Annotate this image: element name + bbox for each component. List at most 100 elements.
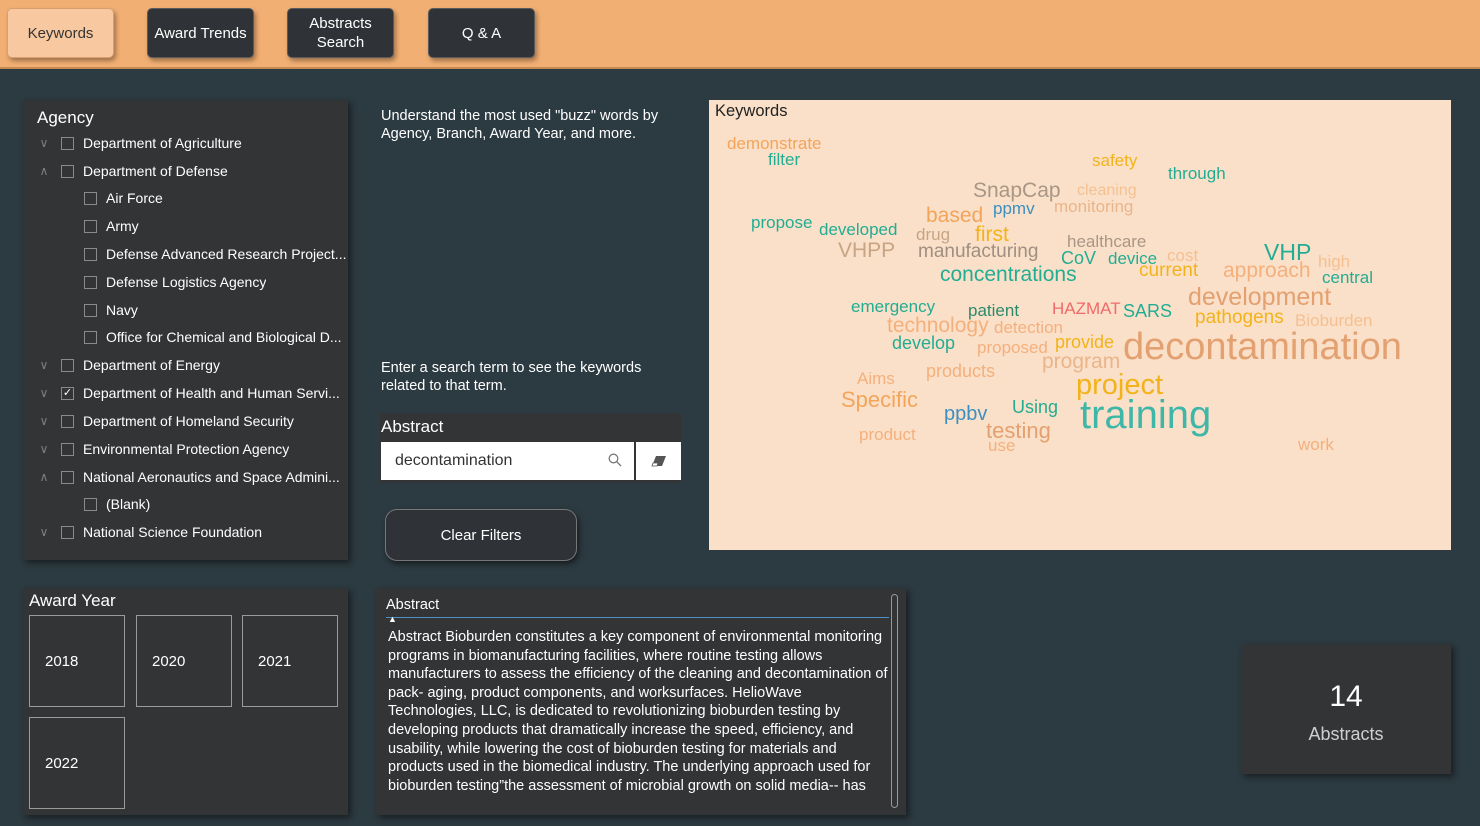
- checkbox[interactable]: [61, 414, 74, 428]
- cloud-word[interactable]: pathogens: [1195, 308, 1284, 327]
- checkbox-checked[interactable]: ✓: [61, 386, 74, 400]
- clear-filters-button[interactable]: Clear Filters: [385, 509, 577, 561]
- top-nav-bar: Keywords Award Trends Abstracts Search Q…: [0, 0, 1480, 69]
- checkbox[interactable]: [61, 470, 74, 484]
- cloud-word[interactable]: emergency: [851, 298, 935, 315]
- cloud-word[interactable]: ppbv: [944, 404, 987, 424]
- cloud-word[interactable]: monitoring: [1054, 198, 1133, 215]
- slicer-item-label: (Blank): [106, 496, 151, 512]
- year-tile-2020[interactable]: 2020: [136, 615, 232, 707]
- checkbox[interactable]: [84, 219, 97, 233]
- checkbox[interactable]: [84, 247, 97, 261]
- checkbox[interactable]: [61, 442, 74, 456]
- chevron-down-icon[interactable]: ∨: [37, 136, 51, 150]
- chevron-up-icon[interactable]: ∧: [37, 164, 51, 178]
- cloud-word[interactable]: manufacturing: [918, 242, 1038, 261]
- cloud-word[interactable]: Specific: [841, 389, 918, 411]
- cloud-word[interactable]: propose: [751, 214, 812, 231]
- slicer-item-navy[interactable]: Navy: [74, 299, 138, 321]
- slicer-item-label: Defense Advanced Research Project...: [106, 246, 347, 262]
- abstract-cell: Abstract Bioburden constitutes a key com…: [388, 629, 888, 794]
- cloud-word[interactable]: Using: [1012, 398, 1058, 416]
- search-icon[interactable]: [608, 453, 622, 467]
- chevron-down-icon[interactable]: ∨: [37, 358, 51, 372]
- cloud-word[interactable]: ppmv: [993, 200, 1035, 217]
- cloud-word[interactable]: SARS: [1123, 302, 1172, 320]
- slicer-item-agriculture[interactable]: ∨ Department of Agriculture: [37, 132, 242, 154]
- year-tile-2018[interactable]: 2018: [29, 615, 125, 707]
- cloud-word[interactable]: detection: [994, 319, 1063, 336]
- checkbox[interactable]: [84, 275, 97, 289]
- cloud-word[interactable]: work: [1298, 436, 1334, 453]
- chevron-down-icon[interactable]: ∨: [37, 442, 51, 456]
- slicer-item-defense[interactable]: ∧ Department of Defense: [37, 160, 228, 182]
- checkbox[interactable]: [61, 164, 74, 178]
- award-year-slicer: Award Year 2018 2020 2021 2022: [23, 588, 348, 815]
- cloud-word[interactable]: HAZMAT: [1052, 300, 1121, 317]
- chevron-down-icon[interactable]: ∨: [37, 386, 51, 400]
- slicer-item-chem-bio[interactable]: Office for Chemical and Biological D...: [74, 326, 342, 348]
- keywords-word-cloud: Keywords demonstrate filter safety throu…: [709, 100, 1451, 550]
- nav-abstracts-search-button[interactable]: Abstracts Search: [287, 8, 394, 58]
- cloud-word[interactable]: through: [1168, 165, 1226, 182]
- slicer-item-epa[interactable]: ∨ Environmental Protection Agency: [37, 438, 290, 460]
- abstract-search-slicer: Abstract: [380, 413, 681, 483]
- slicer-item-label: Navy: [106, 302, 138, 318]
- cloud-word[interactable]: concentrations: [940, 264, 1077, 285]
- scrollbar-thumb[interactable]: [891, 594, 898, 808]
- slicer-item-blank[interactable]: (Blank): [74, 493, 150, 515]
- nav-keywords-button[interactable]: Keywords: [7, 8, 114, 58]
- chevron-down-icon[interactable]: ∨: [37, 414, 51, 428]
- chevron-up-icon[interactable]: ∧: [37, 470, 51, 484]
- checkbox[interactable]: [61, 358, 74, 372]
- slicer-item-label: Department of Energy: [83, 357, 220, 373]
- cloud-word[interactable]: SnapCap: [973, 180, 1061, 201]
- abstracts-count-card: 14 Abstracts: [1241, 644, 1451, 774]
- cloud-word[interactable]: products: [926, 362, 995, 380]
- cloud-word[interactable]: safety: [1092, 152, 1137, 169]
- cloud-word[interactable]: proposed: [977, 339, 1048, 356]
- clear-search-button[interactable]: [636, 442, 681, 480]
- slicer-item-darpa[interactable]: Defense Advanced Research Project...: [74, 243, 346, 265]
- slicer-item-energy[interactable]: ∨ Department of Energy: [37, 354, 220, 376]
- checkbox[interactable]: [84, 191, 97, 205]
- nav-award-trends-button[interactable]: Award Trends: [147, 8, 254, 58]
- nav-qa-button[interactable]: Q & A: [428, 8, 535, 58]
- cloud-word[interactable]: Aims: [857, 370, 895, 387]
- slicer-item-hhs[interactable]: ∨ ✓ Department of Health and Human Servi…: [37, 382, 340, 404]
- slicer-item-air-force[interactable]: Air Force: [74, 187, 163, 209]
- year-tile-2021[interactable]: 2021: [242, 615, 338, 707]
- abstract-search-label: Abstract: [381, 417, 444, 436]
- cloud-word[interactable]: use: [988, 437, 1015, 454]
- sort-ascending-icon[interactable]: ▲: [388, 614, 397, 624]
- checkbox[interactable]: [84, 303, 97, 317]
- checkbox[interactable]: [61, 525, 74, 539]
- cloud-word[interactable]: developed: [819, 221, 897, 238]
- cloud-word[interactable]: product: [859, 426, 916, 443]
- year-tile-2022[interactable]: 2022: [29, 717, 125, 809]
- slicer-item-label: Department of Health and Human Servi...: [83, 385, 340, 401]
- cloud-word[interactable]: decontamination: [1123, 328, 1402, 366]
- slicer-item-army[interactable]: Army: [74, 215, 139, 237]
- cloud-word[interactable]: filter: [768, 151, 800, 168]
- abstract-column-header[interactable]: Abstract: [386, 597, 889, 618]
- slicer-item-homeland[interactable]: ∨ Department of Homeland Security: [37, 410, 294, 432]
- checkbox[interactable]: [84, 330, 97, 344]
- checkbox[interactable]: [84, 497, 97, 511]
- chevron-down-icon[interactable]: ∨: [37, 525, 51, 539]
- cloud-word[interactable]: approach: [1223, 260, 1311, 281]
- cloud-word[interactable]: training: [1080, 395, 1211, 435]
- abstract-table: Abstract ▲ Abstract Bioburden constitute…: [376, 588, 906, 815]
- slicer-item-dla[interactable]: Defense Logistics Agency: [74, 271, 266, 293]
- search-box: [381, 442, 634, 480]
- cloud-word[interactable]: provide: [1055, 333, 1114, 351]
- slicer-item-nasa[interactable]: ∧ National Aeronautics and Space Admini.…: [37, 466, 340, 488]
- cloud-word[interactable]: develop: [892, 334, 955, 352]
- slicer-item-nsf[interactable]: ∨ National Science Foundation: [37, 521, 262, 543]
- slicer-item-label: Air Force: [106, 190, 163, 206]
- cloud-word[interactable]: VHPP: [838, 240, 895, 261]
- vertical-scrollbar[interactable]: [890, 592, 900, 810]
- search-input[interactable]: [393, 451, 602, 471]
- checkbox[interactable]: [61, 136, 74, 150]
- cloud-word[interactable]: current: [1139, 261, 1198, 280]
